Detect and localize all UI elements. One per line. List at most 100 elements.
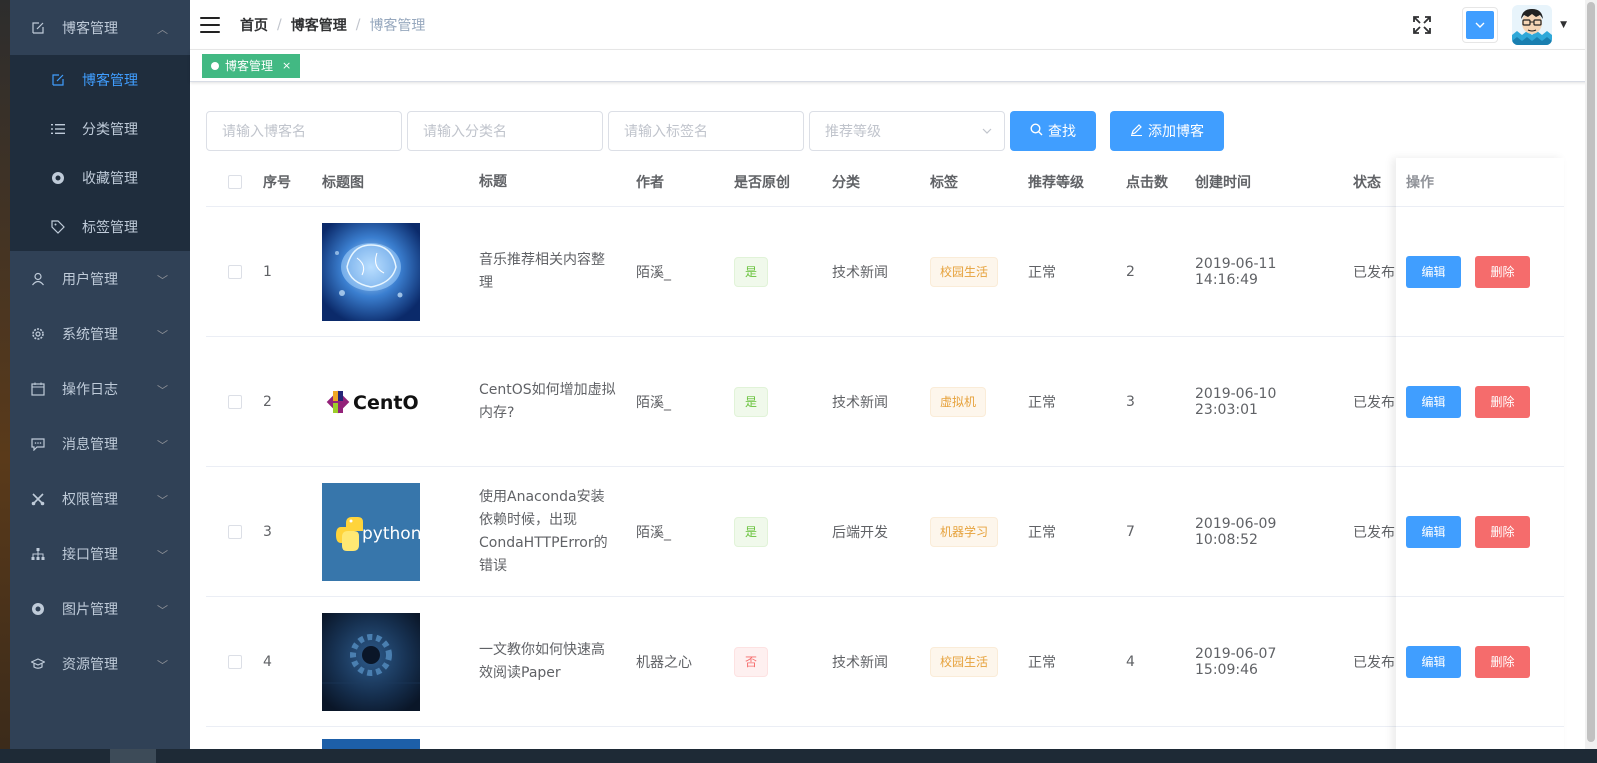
brain-image[interactable]	[322, 222, 420, 321]
lifebuoy-icon	[30, 601, 46, 617]
sidebar-subitem-label: 标签管理	[82, 219, 138, 236]
edit-button[interactable]: 编辑	[1406, 645, 1461, 678]
category-cell: 后端开发	[832, 524, 888, 541]
sidebar-item-label: 系统管理	[62, 326, 118, 343]
tag-cell: 机器学习	[920, 516, 1018, 547]
sidebar-item-log[interactable]: 操作日志 ﹀	[10, 361, 190, 416]
submenu-blog: 博客管理 分类管理 收藏管理 标签管理	[10, 55, 190, 251]
delete-button[interactable]: 删除	[1475, 515, 1530, 548]
sidebar-item-label: 消息管理	[62, 436, 118, 453]
graduation-cap-icon	[30, 656, 46, 672]
delete-button[interactable]: 删除	[1475, 645, 1530, 678]
level-select[interactable]: 推荐等级	[809, 111, 1005, 151]
status-cell: 已发布	[1353, 264, 1395, 281]
add-blog-button[interactable]: 添加博客	[1110, 111, 1224, 151]
breadcrumb-home[interactable]: 首页	[240, 15, 268, 35]
table-row: 1 音乐推荐相关内容整理 陌溪_ 是 技术新闻 校园生活 正常 2 2019-0…	[206, 207, 1544, 337]
sidebar-subitem-blog-manage[interactable]: 博客管理	[10, 55, 190, 104]
search-button[interactable]: 查找	[1010, 111, 1096, 151]
tag-input[interactable]: 请输入标签名	[608, 111, 804, 151]
sidebar-item-user[interactable]: 用户管理 ﹀	[10, 251, 190, 306]
sidebar-item-label: 图片管理	[62, 601, 118, 618]
header-cell: 标题	[479, 173, 507, 190]
sidebar-subitem-collect[interactable]: 收藏管理	[10, 153, 190, 202]
sidebar-item-permission[interactable]: 权限管理 ﹀	[10, 471, 190, 526]
index-cell: 2	[263, 393, 272, 410]
chevron-down-icon: ﹀	[157, 494, 168, 507]
sidebar: 博客管理 ︿ 博客管理 分类管理 收藏管理 标签管理 用户管理 ﹀ 系统管理 ﹀…	[10, 0, 190, 763]
theme-picker[interactable]	[1462, 7, 1499, 43]
sidebar-item-label: 用户管理	[62, 271, 118, 288]
sidebar-item-picture[interactable]: 图片管理 ﹀	[10, 581, 190, 636]
delete-button[interactable]: 删除	[1475, 255, 1530, 288]
select-all-checkbox[interactable]	[227, 175, 242, 189]
thumbnail-cell	[312, 222, 469, 321]
close-icon[interactable]: ×	[282, 59, 291, 72]
original-cell: 否	[724, 646, 822, 677]
hamburger-icon[interactable]	[200, 16, 220, 33]
header-cell: 分类	[832, 175, 860, 191]
header-cell: 推荐等级	[1028, 175, 1084, 191]
index-cell: 4	[263, 653, 272, 670]
sidebar-subitem-label: 收藏管理	[82, 170, 138, 187]
avatar[interactable]	[1512, 5, 1553, 45]
tag-badge: 虚拟机	[930, 386, 987, 417]
title-cell: 一文教你如何快速高效阅读Paper	[479, 641, 605, 681]
sidebar-subitem-tag[interactable]: 标签管理	[10, 202, 190, 251]
blog-name-input[interactable]: 请输入博客名	[206, 111, 402, 151]
author-cell: 陌溪_	[636, 394, 671, 411]
row-checkbox[interactable]	[227, 394, 242, 409]
centos-logo[interactable]: CentOS	[322, 352, 420, 451]
clicks-cell: 4	[1126, 653, 1135, 670]
sidebar-item-system[interactable]: 系统管理 ﹀	[10, 306, 190, 361]
blog-table: 序号 标题图 标题 作者 是否原创 分类 标签 推荐等级 点击数 创建时间 状态…	[206, 158, 1544, 757]
tag-blog-manage[interactable]: 博客管理 ×	[202, 53, 301, 78]
header-cell: 创建时间	[1195, 175, 1251, 191]
sidebar-item-label: 权限管理	[62, 491, 118, 508]
index-cell: 1	[263, 263, 272, 280]
header-cell: 序号	[263, 175, 291, 191]
original-cell: 是	[724, 386, 822, 417]
breadcrumb: 首页 / 博客管理 / 博客管理	[240, 15, 425, 35]
operations-row: 编辑 删除	[1396, 337, 1564, 467]
taskbar-item[interactable]	[110, 749, 156, 763]
delete-button[interactable]: 删除	[1475, 385, 1530, 418]
edit-button[interactable]: 编辑	[1406, 515, 1461, 548]
original-badge: 是	[734, 516, 769, 547]
sidebar-subitem-category[interactable]: 分类管理	[10, 104, 190, 153]
thumbnail-cell	[312, 612, 469, 711]
original-cell: 是	[724, 516, 822, 547]
fullscreen-icon[interactable]	[1412, 15, 1432, 35]
breadcrumb-blog[interactable]: 博客管理	[291, 15, 347, 35]
tag-badge: 校园生活	[930, 256, 999, 287]
row-checkbox[interactable]	[227, 524, 242, 539]
operations-column: 操作 编辑 删除 编辑 删除 编辑 删除 编辑 删除	[1396, 158, 1564, 763]
category-input[interactable]: 请输入分类名	[407, 111, 603, 151]
dark-tech-image[interactable]	[322, 612, 420, 711]
centos-wordmark: CentOS	[353, 392, 420, 414]
tag-cell: 虚拟机	[920, 386, 1018, 417]
level-cell: 正常	[1028, 654, 1056, 671]
chevron-down-icon: ﹀	[157, 439, 168, 452]
title-cell: CentOS如何增加虚拟内存?	[479, 381, 616, 421]
tags-view: 博客管理 ×	[190, 50, 1597, 82]
row-checkbox[interactable]	[227, 654, 242, 669]
row-checkbox[interactable]	[227, 264, 242, 279]
python-logo[interactable]: python	[322, 482, 420, 581]
header-cell: 标签	[930, 175, 958, 191]
sidebar-item-resource[interactable]: 资源管理 ﹀	[10, 636, 190, 691]
os-taskbar	[0, 749, 1597, 763]
sidebar-item-message[interactable]: 消息管理 ﹀	[10, 416, 190, 471]
scrollbar-thumb[interactable]	[1587, 2, 1595, 742]
edit-button[interactable]: 编辑	[1406, 385, 1461, 418]
sidebar-item-api[interactable]: 接口管理 ﹀	[10, 526, 190, 581]
sidebar-item-blog[interactable]: 博客管理 ︿	[10, 0, 190, 55]
filter-bar: 请输入博客名 请输入分类名 请输入标签名 推荐等级 查找 添加博客	[206, 111, 1238, 151]
sidebar-subitem-label: 博客管理	[82, 72, 138, 89]
sidebar-item-label: 操作日志	[62, 381, 118, 398]
tag-cell: 校园生活	[920, 646, 1018, 677]
page-scrollbar[interactable]	[1585, 0, 1597, 763]
edit-button[interactable]: 编辑	[1406, 255, 1461, 288]
original-badge: 是	[734, 256, 769, 287]
caret-down-icon[interactable]: ▼	[1560, 20, 1567, 30]
